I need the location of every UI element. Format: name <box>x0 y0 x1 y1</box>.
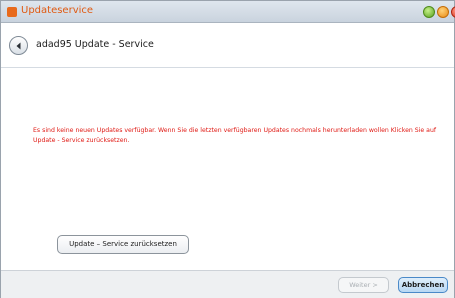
next-button[interactable]: Weiter > <box>338 277 389 293</box>
status-message: Es sind keine neuen Updates verfügbar. W… <box>33 127 437 144</box>
close-icon[interactable] <box>451 6 455 18</box>
cancel-button[interactable]: Abbrechen <box>398 277 448 293</box>
window: Updateservice adad95 Update - Service Es… <box>0 0 455 298</box>
app-icon <box>7 7 17 17</box>
footer-bar: Weiter > Abbrechen <box>1 270 454 298</box>
page-title: adad95 Update - Service <box>36 39 154 50</box>
reset-update-service-button[interactable]: Update – Service zurücksetzen <box>57 235 189 254</box>
title-bar[interactable]: Updateservice <box>1 1 455 23</box>
nav-bar: adad95 Update - Service <box>1 24 454 68</box>
window-title: Updateservice <box>21 5 94 16</box>
minimize-icon[interactable] <box>423 6 435 18</box>
back-arrow-icon <box>16 42 21 50</box>
back-button[interactable] <box>9 36 28 55</box>
maximize-icon[interactable] <box>437 6 449 18</box>
